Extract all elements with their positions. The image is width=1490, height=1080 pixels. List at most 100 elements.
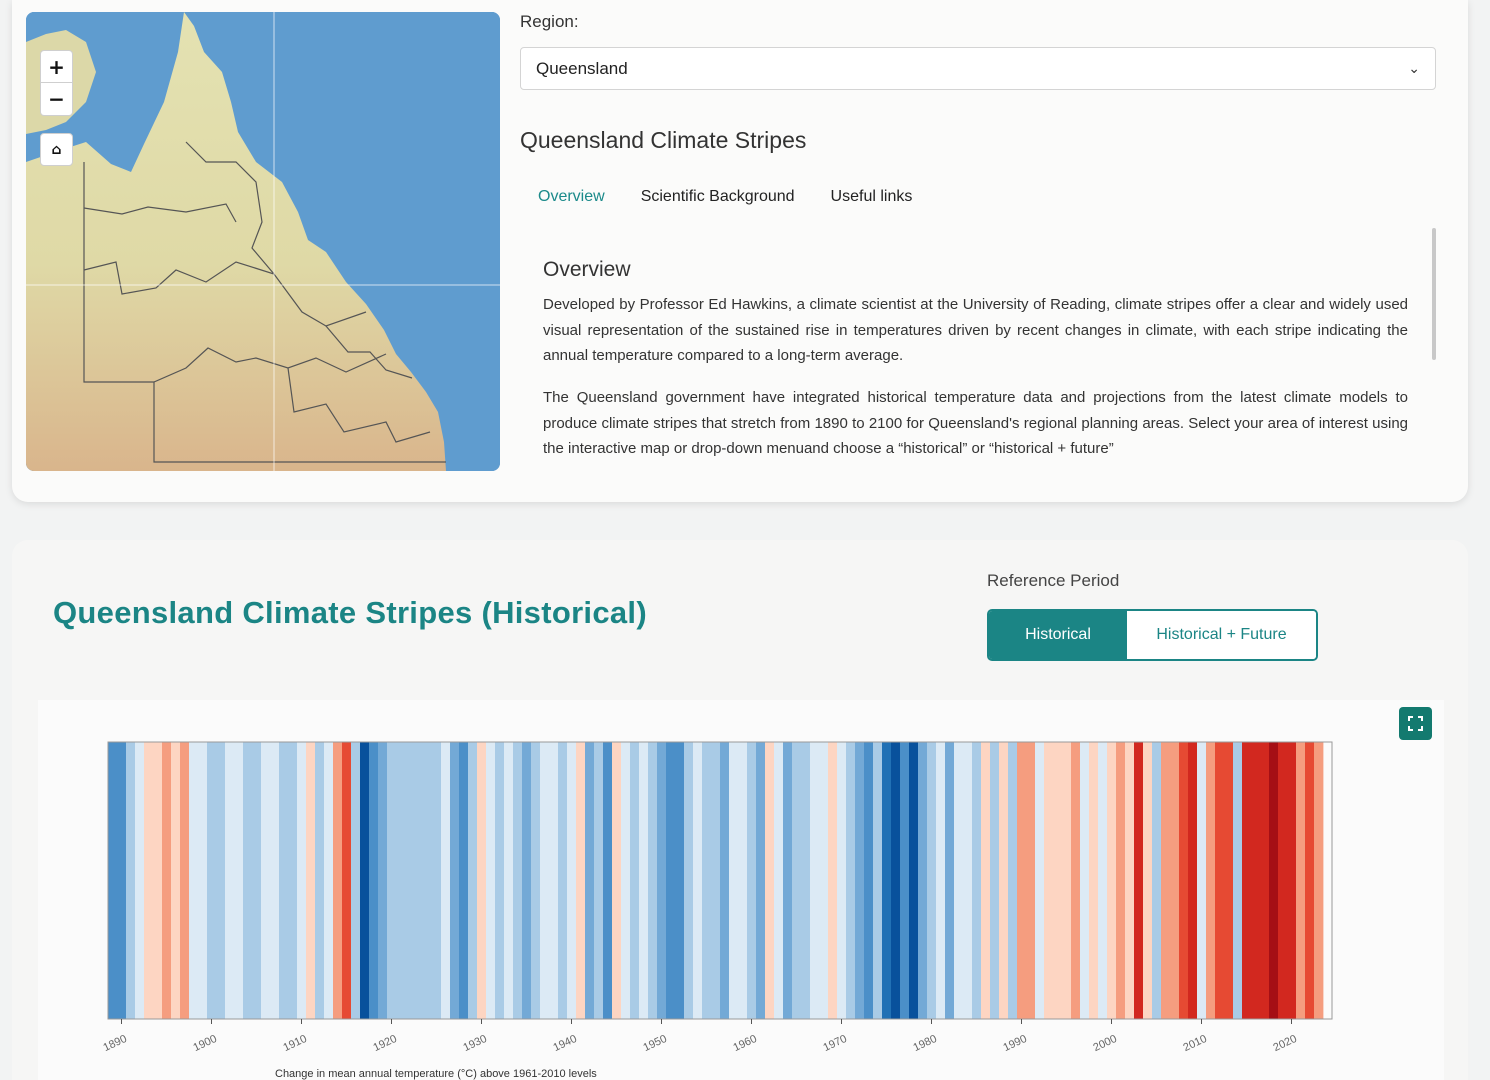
stripe-1917 — [360, 742, 370, 1019]
stripe-1944 — [603, 742, 613, 1019]
stripe-1986 — [981, 742, 991, 1019]
stripe-1901 — [216, 742, 226, 1019]
stripe-1904 — [243, 742, 253, 1019]
stripe-2004 — [1143, 742, 1153, 1019]
stripe-1963 — [774, 742, 784, 1019]
x-tick-label: 1940 — [552, 1033, 579, 1054]
stripe-1914 — [333, 742, 343, 1019]
stripe-1894 — [153, 742, 163, 1019]
stripe-1955 — [702, 742, 712, 1019]
stripe-1965 — [792, 742, 802, 1019]
stripe-1953 — [684, 742, 694, 1019]
stripe-1975 — [882, 742, 892, 1019]
stripe-2001 — [1116, 742, 1126, 1019]
stripe-1942 — [585, 742, 595, 1019]
stripe-1892 — [135, 742, 145, 1019]
stripe-1943 — [594, 742, 604, 1019]
x-tick-label: 2010 — [1182, 1033, 1209, 1054]
stripe-1988 — [999, 742, 1009, 1019]
stripe-1947 — [630, 742, 640, 1019]
stripe-1928 — [459, 742, 469, 1019]
stripe-1994 — [1053, 742, 1063, 1019]
stripe-2005 — [1152, 742, 1162, 1019]
stripe-1918 — [369, 742, 379, 1019]
stripe-2006 — [1161, 742, 1171, 1019]
x-tick-label: 1890 — [102, 1033, 129, 1054]
stripe-1957 — [720, 742, 730, 1019]
stripe-2002 — [1125, 742, 1135, 1019]
stripe-1896 — [171, 742, 181, 1019]
stripe-1954 — [693, 742, 703, 1019]
stripe-2022 — [1305, 742, 1315, 1019]
stripe-1931 — [486, 742, 496, 1019]
stripe-1927 — [450, 742, 460, 1019]
x-tick-label: 1950 — [642, 1033, 669, 1054]
stripe-1923 — [414, 742, 424, 1019]
stripe-1933 — [504, 742, 514, 1019]
x-tick-label: 1930 — [462, 1033, 489, 1054]
stripe-2021 — [1296, 742, 1306, 1019]
stripe-1936 — [531, 742, 541, 1019]
stripe-1915 — [342, 742, 352, 1019]
stripe-1902 — [225, 742, 235, 1019]
stripe-1907 — [270, 742, 280, 1019]
stripe-1890 — [117, 742, 127, 1019]
stripe-1979 — [918, 742, 928, 1019]
stripe-1946 — [621, 742, 631, 1019]
stripe-2008 — [1179, 742, 1189, 1019]
stripe-1985 — [972, 742, 982, 1019]
stripe-1921 — [396, 742, 406, 1019]
x-tick-label: 1990 — [1002, 1033, 1029, 1054]
stripe-1920 — [387, 742, 397, 1019]
stripe-2014 — [1233, 742, 1243, 1019]
stripe-1909 — [288, 742, 298, 1019]
stripe-1962 — [765, 742, 775, 1019]
x-tick-label: 1910 — [282, 1033, 309, 1054]
stripe-1983 — [954, 742, 964, 1019]
x-tick-label: 1980 — [912, 1033, 939, 1054]
stripe-2011 — [1206, 742, 1216, 1019]
stripe-1934 — [513, 742, 523, 1019]
stripe-2015 — [1242, 742, 1252, 1019]
stripe-1911 — [306, 742, 316, 1019]
stripe-1906 — [261, 742, 271, 1019]
stripe-1987 — [990, 742, 1000, 1019]
stripe-1893 — [144, 742, 154, 1019]
stripe-1995 — [1062, 742, 1072, 1019]
stripe-1984 — [963, 742, 973, 1019]
stripe-1999 — [1098, 742, 1108, 1019]
stripe-1905 — [252, 742, 262, 1019]
stripe-1899 — [198, 742, 208, 1019]
stripe-1971 — [846, 742, 856, 1019]
x-tick-label: 1960 — [732, 1033, 759, 1054]
stripe-2016 — [1251, 742, 1261, 1019]
stripe-1959 — [738, 742, 748, 1019]
stripe-1924 — [423, 742, 433, 1019]
stripe-1993 — [1044, 742, 1054, 1019]
stripe-1952 — [675, 742, 685, 1019]
stripe-1935 — [522, 742, 532, 1019]
stripe-1968 — [819, 742, 829, 1019]
stripe-1951 — [666, 742, 676, 1019]
stripe-1976 — [891, 742, 901, 1019]
stripe-1891 — [126, 742, 136, 1019]
stripe-2003 — [1134, 742, 1144, 1019]
stripe-1940 — [567, 742, 577, 1019]
stripe-1910 — [297, 742, 307, 1019]
stripe-1977 — [900, 742, 910, 1019]
stripe-1973 — [864, 742, 874, 1019]
stripe-1989 — [1008, 742, 1018, 1019]
stripe-1981 — [936, 742, 946, 1019]
x-axis-label: Change in mean annual temperature (°C) a… — [275, 1068, 597, 1080]
stripe-1997 — [1080, 742, 1090, 1019]
stripe-1895 — [162, 742, 172, 1019]
stripe-1956 — [711, 742, 721, 1019]
stripe-2018 — [1269, 742, 1279, 1019]
stripe-2019 — [1278, 742, 1288, 1019]
stripe-1932 — [495, 742, 505, 1019]
x-tick-label: 2020 — [1272, 1033, 1299, 1054]
stripe-1949 — [648, 742, 658, 1019]
stripe-1978 — [909, 742, 919, 1019]
stripe-1889 — [108, 742, 118, 1019]
stripe-1990 — [1017, 742, 1027, 1019]
